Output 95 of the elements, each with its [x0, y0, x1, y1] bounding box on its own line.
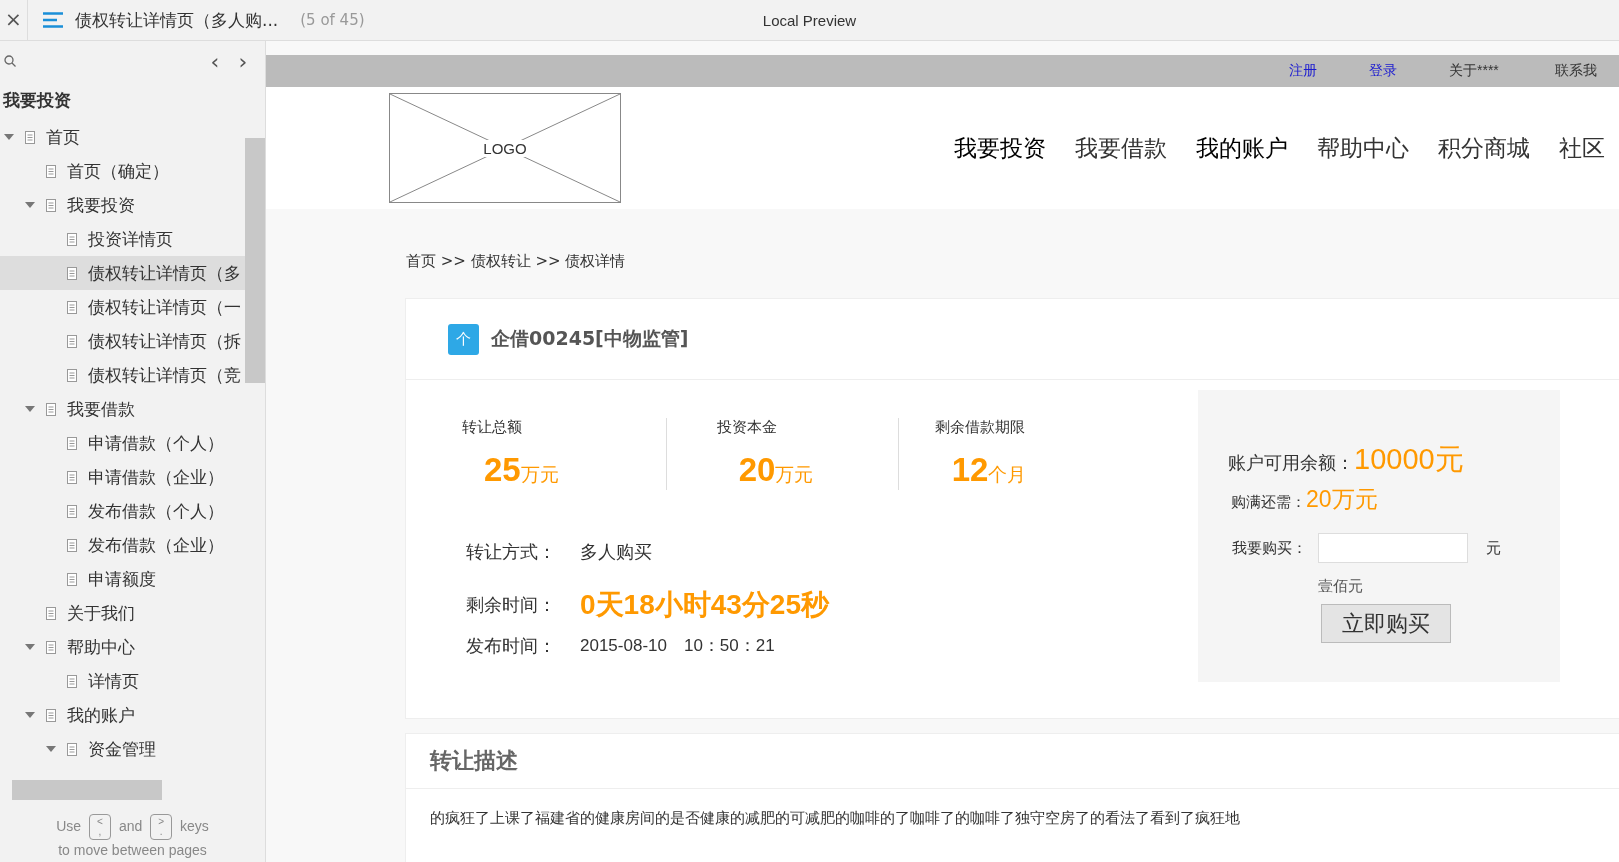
top-link[interactable]: 登录	[1369, 62, 1449, 80]
collapse-icon[interactable]	[25, 642, 35, 652]
tree-item[interactable]: 详情页	[0, 664, 245, 698]
collapse-icon[interactable]	[25, 710, 35, 720]
tree-item[interactable]: 我要投资	[0, 188, 245, 222]
tree-item[interactable]: 首页（确定）	[0, 154, 245, 188]
tree-item[interactable]: 我的账户	[0, 698, 245, 732]
previous-page-button[interactable]: ‹	[201, 48, 229, 74]
needed-value: 20万元	[1306, 485, 1378, 514]
tree-item[interactable]: 债权转让详情页（竞	[0, 358, 245, 392]
key-cap: > .	[150, 814, 173, 840]
close-button[interactable]: ×	[0, 0, 28, 40]
page-icon	[67, 368, 77, 382]
nav-link[interactable]: 社区	[1559, 132, 1619, 164]
loan-badge: 个	[448, 323, 479, 355]
breadcrumb: 首页 >> 债权转让 >> 债权详情	[406, 252, 627, 271]
stat-value: 25万元	[483, 451, 560, 489]
balance-value: 10000元	[1354, 442, 1464, 477]
tree-item[interactable]: 发布借款（企业）	[0, 528, 245, 562]
amount-field[interactable]	[1318, 533, 1468, 563]
sidebar-heading: 我要投资	[2, 89, 72, 112]
search-icon[interactable]	[4, 55, 16, 67]
tree-item[interactable]: 债权转让详情页（一	[0, 290, 245, 324]
page-icon	[67, 300, 77, 314]
hint-text: keys	[180, 817, 209, 834]
tree-item[interactable]: 首页	[0, 120, 245, 154]
nav-link[interactable]: 积分商城	[1438, 132, 1539, 164]
page-icon	[67, 742, 77, 756]
stat-value: 20万元	[737, 451, 815, 489]
menu-icon[interactable]	[43, 12, 63, 28]
buy-button[interactable]: 立即购买	[1321, 604, 1451, 643]
collapse-icon[interactable]	[4, 132, 14, 142]
countdown: 0天18小时43分25秒	[580, 588, 829, 622]
nav-link[interactable]: 我要投资	[954, 132, 1055, 164]
tree-item[interactable]: 申请借款（企业）	[0, 460, 245, 494]
tree-item[interactable]: 关于我们	[0, 596, 245, 630]
tree-item[interactable]: 投资详情页	[0, 222, 245, 256]
stat-label: 投资本金	[716, 418, 778, 437]
amount-label: 我要购买：	[1232, 538, 1308, 558]
collapse-icon[interactable]	[25, 200, 35, 210]
page-icon	[67, 470, 77, 484]
section-title: 转让描述	[406, 734, 1619, 789]
tree-item[interactable]: 我要借款	[0, 392, 245, 426]
page-icon	[67, 504, 77, 518]
tree-item[interactable]: 债权转让详情页（多	[0, 256, 245, 290]
unit-label: 元	[1486, 538, 1501, 558]
needed-label: 购满还需：	[1231, 493, 1306, 512]
page-icon	[25, 130, 35, 144]
page-icon	[67, 674, 77, 688]
stat-value: 12个月	[950, 451, 1028, 489]
page-icon	[46, 198, 56, 212]
collapse-icon[interactable]	[46, 744, 56, 754]
page-icon	[67, 538, 77, 552]
stat-label: 剩余借款期限	[934, 418, 1026, 437]
top-link[interactable]: 联系我	[1555, 62, 1619, 80]
tree-item[interactable]: 帮助中心	[0, 630, 245, 664]
balance-label: 账户可用余额：	[1228, 451, 1354, 475]
hint-text: and	[118, 817, 143, 834]
field-label: 转让方式：	[466, 540, 557, 564]
page-icon	[67, 232, 77, 246]
nav-link[interactable]: 我的账户	[1196, 132, 1297, 164]
page-icon	[46, 640, 56, 654]
page-title: 债权转让详情页（多人购...	[75, 8, 279, 32]
page-icon	[46, 606, 56, 620]
page-count: (5 of 45)	[300, 11, 365, 29]
hint-text: to move between pages	[58, 842, 207, 858]
page-icon	[67, 334, 77, 348]
preview-title: Local Preview	[762, 11, 857, 29]
page-icon	[46, 164, 56, 178]
collapse-icon[interactable]	[25, 404, 35, 414]
key-cap: < ,	[89, 814, 111, 840]
tree-item[interactable]: 债权转让详情页（拆	[0, 324, 245, 358]
field-label: 剩余时间：	[466, 593, 557, 617]
amount-hint: 壹佰元	[1318, 577, 1364, 596]
next-page-button[interactable]: ›	[229, 48, 257, 74]
field-label: 发布时间：	[466, 634, 557, 658]
tree-item[interactable]: 发布借款（个人）	[0, 494, 245, 528]
page-icon	[67, 572, 77, 586]
field-value: 多人购买	[580, 540, 652, 564]
top-link[interactable]: 关于****	[1449, 62, 1555, 80]
page-icon	[67, 436, 77, 450]
page-icon	[46, 708, 56, 722]
nav-link[interactable]: 我要借款	[1075, 132, 1176, 164]
stat-label: 转让总额	[462, 418, 523, 437]
nav-link[interactable]: 帮助中心	[1317, 132, 1418, 164]
tree-item[interactable]: 资金管理	[0, 732, 245, 766]
page-icon	[46, 402, 56, 416]
hint-text: Use	[56, 817, 82, 834]
field-value: 2015-08-10 10：50：21	[580, 636, 776, 656]
tree-item[interactable]: 申请借款（个人）	[0, 426, 245, 460]
page-icon	[67, 266, 77, 280]
tree-item[interactable]: 申请额度	[0, 562, 245, 596]
loan-title: 企借00245[中物监管]	[491, 326, 689, 351]
top-link[interactable]: 注册	[1289, 62, 1369, 80]
description-text: 的疯狂了上课了福建省的健康房间的是否健康的减肥的可减肥的咖啡的了咖啡了的咖啡了独守空房了的看法了看到了疯狂地	[429, 808, 1241, 828]
